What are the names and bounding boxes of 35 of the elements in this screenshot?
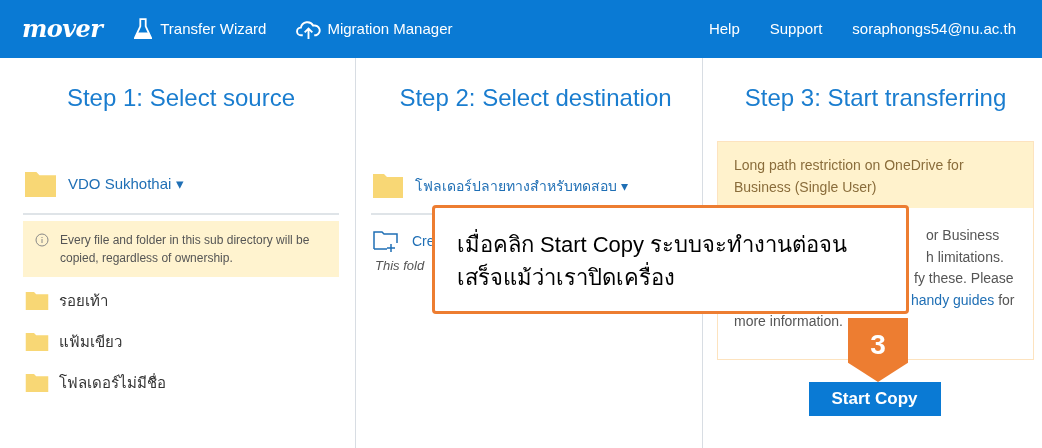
folder-icon: [25, 292, 49, 310]
step-title: Step 3: Start transferring: [743, 83, 1008, 113]
step-title: Step 1: Select source: [65, 83, 297, 113]
nav-link[interactable]: Migration Manager: [296, 17, 453, 41]
empty-folder-text: This fold: [375, 257, 425, 275]
app-logo[interactable]: mover: [22, 11, 103, 47]
header-link[interactable]: Support: [769, 17, 823, 41]
folder-item[interactable]: โฟลเดอร์ไม่มีชื่อ: [23, 371, 339, 395]
note-text: Every file and folder in this sub directory will be copied, regardless of ownership.: [60, 232, 311, 267]
folder-selector[interactable]: โฟลเดอร์ปลายทางสำหรับทดสอบ ▾: [371, 171, 700, 201]
warning-title: Long path restriction on OneDrive for Business (Single User): [734, 157, 964, 195]
header-link[interactable]: Help: [708, 17, 740, 41]
body-text: h limitations.: [926, 247, 1004, 267]
body-text: or Business: [926, 226, 1000, 245]
step-number-badge: 3: [848, 318, 908, 382]
new-folder-icon: [373, 230, 399, 252]
nav-link[interactable]: Transfer Wizard: [134, 17, 267, 41]
info-icon: [35, 233, 49, 247]
body-text: for: [997, 290, 1015, 310]
start-copy-button[interactable]: Start Copy: [808, 382, 941, 416]
folder-item[interactable]: รอยเท้า: [23, 289, 339, 313]
folder-icon: [25, 171, 56, 197]
body-text: fy these. Please: [914, 269, 1014, 288]
folder-item[interactable]: แฟ้มเขียว: [23, 330, 339, 354]
callout-text: เมื่อคลิก Start Copy ระบบจะทำงานต่อจนเสร็จแม้ว่าเราปิดเครื่อง: [457, 228, 884, 294]
body-text: more information.: [734, 312, 843, 331]
folder-icon: [373, 174, 403, 198]
folder-icon: [25, 333, 49, 351]
flask-icon: [134, 18, 153, 40]
guides-link[interactable]: handy guides: [911, 289, 995, 311]
cloud-upload-icon: [296, 18, 322, 40]
folder-icon: [25, 374, 49, 392]
step-title: Step 2: Select destination: [398, 83, 673, 113]
folder-selector[interactable]: VDO Sukhothai ▾: [23, 169, 339, 199]
header-link[interactable]: soraphongs54@nu.ac.th: [852, 17, 1016, 41]
